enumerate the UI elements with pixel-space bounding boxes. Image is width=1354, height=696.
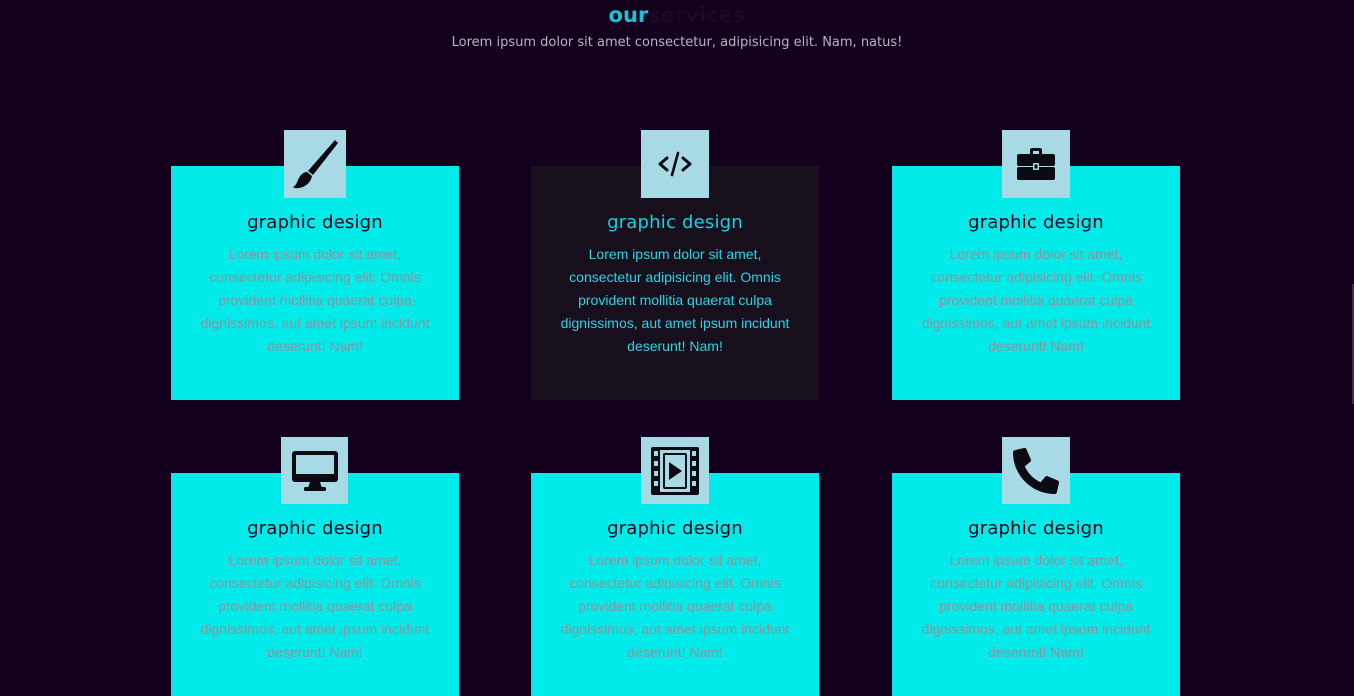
card-text: Lorem ipsum dolor sit amet, consectetur … xyxy=(560,552,790,660)
section-subtitle: Lorem ipsum dolor sit amet consectetur, … xyxy=(451,35,903,50)
icon-box xyxy=(1002,437,1070,504)
service-card[interactable]: graphic design Lorem ipsum dolor sit ame… xyxy=(892,473,1180,696)
icon-box xyxy=(641,130,709,198)
icon-box xyxy=(641,437,709,504)
services-section: ourservices Lorem ipsum dolor sit amet c… xyxy=(0,0,1354,696)
icon-box xyxy=(284,130,346,198)
card-text: Lorem ipsum dolor sit amet, consectetur … xyxy=(200,552,430,660)
card-title: graphic design xyxy=(247,518,383,539)
card-title: graphic design xyxy=(968,212,1104,233)
card-text: Lorem ipsum dolor sit amet, consectetur … xyxy=(921,552,1151,660)
card-title: graphic design xyxy=(968,518,1104,539)
card-title: graphic design xyxy=(607,518,743,539)
heading-main: services xyxy=(648,3,746,27)
card-text: Lorem ipsum dolor sit amet, consectetur … xyxy=(200,246,430,354)
card-text: Lorem ipsum dolor sit amet, consectetur … xyxy=(921,246,1151,354)
film-icon xyxy=(651,446,699,495)
phone-icon xyxy=(1013,447,1059,494)
icon-box xyxy=(281,437,348,504)
service-card[interactable]: graphic design Lorem ipsum dolor sit ame… xyxy=(531,473,819,696)
service-card-active[interactable]: graphic design Lorem ipsum dolor sit ame… xyxy=(531,166,819,400)
paintbrush-icon xyxy=(293,140,338,189)
card-title: graphic design xyxy=(607,212,743,233)
icon-box xyxy=(1002,130,1070,198)
heading-accent: our xyxy=(608,3,649,27)
card-text: Lorem ipsum dolor sit amet, consectetur … xyxy=(560,246,790,354)
code-icon xyxy=(658,151,692,177)
card-title: graphic design xyxy=(247,212,383,233)
service-card[interactable]: graphic design Lorem ipsum dolor sit ame… xyxy=(171,473,459,696)
briefcase-icon xyxy=(1017,148,1055,180)
service-card[interactable]: graphic design Lorem ipsum dolor sit ame… xyxy=(171,166,459,400)
section-heading: ourservices xyxy=(0,2,1354,28)
service-card[interactable]: graphic design Lorem ipsum dolor sit ame… xyxy=(892,166,1180,400)
desktop-icon xyxy=(291,450,338,491)
